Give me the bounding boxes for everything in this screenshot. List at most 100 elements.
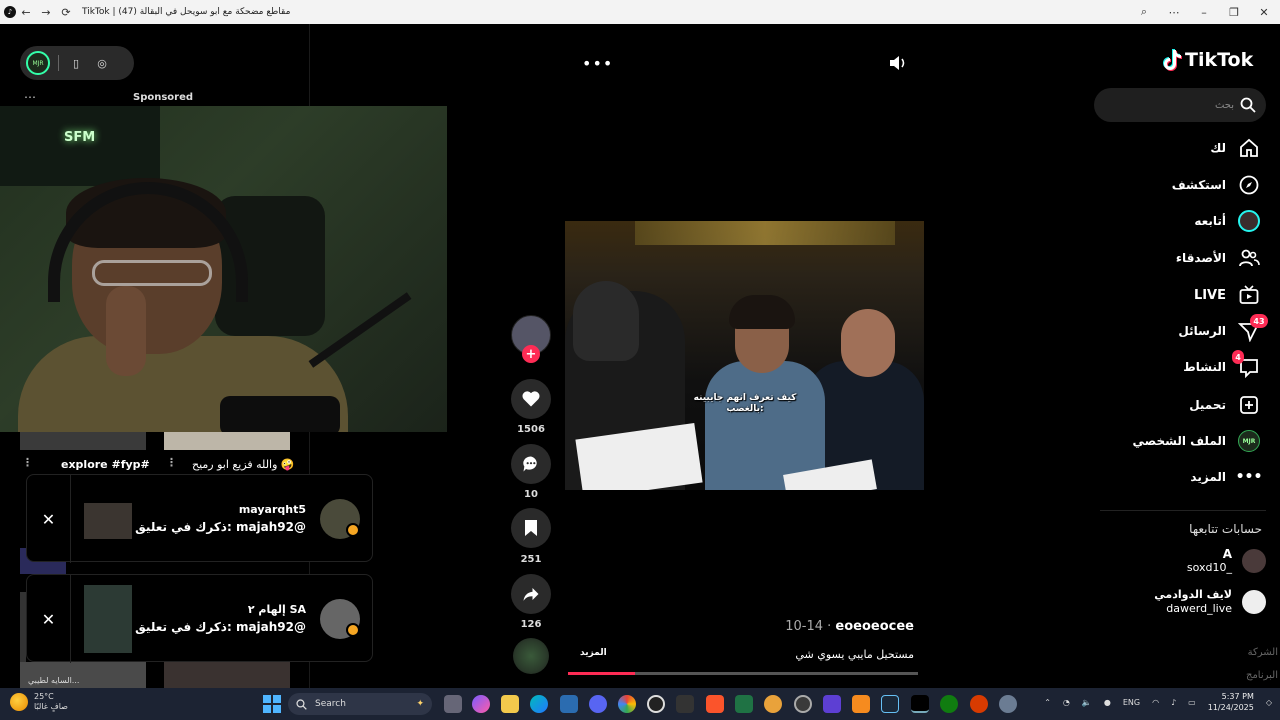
phone-icon[interactable]: ▯	[67, 54, 85, 72]
following-account[interactable]: A soxd10_	[1187, 545, 1266, 577]
discord-icon[interactable]	[589, 695, 607, 713]
save-button[interactable]	[511, 508, 551, 548]
search-input[interactable]: بحث	[1094, 88, 1266, 122]
notification-thumbnail[interactable]	[84, 503, 132, 539]
settings-icon[interactable]	[999, 695, 1017, 713]
xbox-icon[interactable]	[940, 695, 958, 713]
network-icon[interactable]: ◔	[1063, 698, 1070, 707]
obs-icon[interactable]	[647, 695, 665, 713]
more-options-icon[interactable]: ⋮	[166, 456, 177, 469]
comment-icon	[523, 456, 537, 472]
video-thumbnail[interactable]	[164, 662, 290, 688]
app-icon[interactable]	[823, 695, 841, 713]
nav-label: تحميل	[1189, 398, 1226, 412]
tab-title: TikTok | مقاطع مضحكة مع ابو سويحل في الب…	[82, 7, 291, 17]
edge-icon[interactable]	[530, 695, 548, 713]
nav-item-live[interactable]: LIVE	[1194, 283, 1260, 307]
capcut-icon[interactable]	[676, 695, 694, 713]
nav-item-more[interactable]: المزيد •••	[1190, 465, 1262, 489]
app-icon[interactable]	[764, 695, 782, 713]
video-username[interactable]: eoeoeocee	[835, 619, 914, 634]
app-icon[interactable]	[970, 695, 988, 713]
follow-button[interactable]: +	[522, 345, 540, 363]
avatar[interactable]	[1242, 549, 1266, 573]
footer-link-program[interactable]: البرنامج	[1246, 670, 1278, 681]
back-forward-icon[interactable]: →	[36, 2, 56, 22]
restore-icon[interactable]: ❐	[1224, 2, 1244, 22]
browser-more-icon[interactable]: ⋯	[1164, 2, 1184, 22]
notification-bell-icon[interactable]: ◇	[1266, 698, 1272, 707]
copilot-icon[interactable]	[472, 695, 490, 713]
file-explorer-icon[interactable]	[501, 695, 519, 713]
sound-icon[interactable]	[886, 52, 908, 74]
notification-card[interactable]: ✕ إلهام ۲ SA ذكرك في تعليق: majah92@	[26, 574, 373, 663]
glasses	[92, 260, 212, 286]
tiktok-taskbar-icon[interactable]	[911, 695, 929, 713]
footer-link-company[interactable]: الشركة	[1248, 647, 1278, 658]
tiktok-favicon-icon: ♪	[4, 6, 16, 18]
search-icon[interactable]	[1240, 97, 1256, 113]
nav-item-for-you[interactable]: لك	[1210, 136, 1260, 160]
wifi-icon[interactable]: ◠	[1152, 698, 1159, 707]
steam-icon[interactable]	[881, 695, 899, 713]
nav-item-activity[interactable]: النشاط 4	[1183, 350, 1260, 379]
following-account[interactable]: لايف الدوادمي dawerd_live	[1154, 586, 1266, 618]
more-options-icon[interactable]: •••	[582, 54, 613, 73]
nav-item-explore[interactable]: استكشف	[1172, 173, 1260, 197]
taskbar-search[interactable]: Search ✦	[288, 693, 432, 715]
mic-icon[interactable]: ●	[1104, 698, 1111, 707]
like-button[interactable]	[511, 379, 551, 419]
nav-item-profile[interactable]: الملف الشخصي MJR	[1133, 429, 1260, 453]
account-handle: soxd10_	[1186, 561, 1232, 574]
close-icon[interactable]: ✕	[27, 575, 71, 663]
music-disc-icon[interactable]	[513, 638, 549, 674]
account-display-name: لايف الدوادمي	[1154, 588, 1232, 601]
video-thumbnail[interactable]	[164, 432, 290, 450]
speaker-icon[interactable]: 🔈	[1082, 698, 1092, 707]
ad-options-icon[interactable]: ⋯	[24, 90, 44, 104]
volume-icon[interactable]: ♪	[1171, 698, 1176, 707]
windows-start-icon[interactable]	[263, 695, 281, 713]
app-icon[interactable]	[794, 695, 812, 713]
video-thumbnail[interactable]: السايه لطيبي...	[20, 662, 146, 688]
weather-widget[interactable]: 25°C صافٍ غالبًا	[10, 692, 68, 712]
avatar[interactable]	[1242, 590, 1266, 614]
see-more-button[interactable]: المزيد	[580, 648, 607, 658]
chrome-icon[interactable]	[618, 695, 636, 713]
nav-item-friends[interactable]: الأصدقاء	[1176, 246, 1260, 270]
minimize-icon[interactable]: –	[1194, 2, 1214, 22]
nav-item-messages[interactable]: الرسائل 43	[1178, 314, 1268, 343]
zoom-icon[interactable]: ⌕	[1134, 2, 1154, 22]
chevron-up-icon[interactable]: ⌃	[1044, 698, 1051, 707]
video-thumbnail[interactable]	[20, 432, 146, 450]
store-icon[interactable]	[560, 695, 578, 713]
more-options-icon[interactable]: ⋮	[22, 456, 33, 469]
tiktok-logo[interactable]: TikTok	[1160, 46, 1253, 74]
webcam-overlay: SFM	[0, 106, 447, 432]
brave-icon[interactable]	[706, 695, 724, 713]
video-progress-bar[interactable]	[568, 672, 918, 675]
battery-icon[interactable]: ▭	[1188, 698, 1196, 707]
share-count: 126	[520, 619, 542, 630]
explore-item-label[interactable]: explore #fyp#	[61, 458, 150, 471]
explore-item-label[interactable]: والله فزيع ابو رميح 🤪	[192, 458, 295, 471]
share-button[interactable]	[511, 574, 551, 614]
notification-thumbnail[interactable]	[84, 585, 132, 653]
notification-card[interactable]: ✕ mayarqht5 ذكرك في تعليق: majah92@	[26, 474, 373, 563]
app-icon[interactable]	[852, 695, 870, 713]
arrow-left-icon[interactable]: ←	[16, 2, 36, 22]
compass-small-icon[interactable]: ◎	[93, 54, 111, 72]
clock[interactable]: 5:37 PM 11/24/2025	[1208, 691, 1254, 713]
excel-icon[interactable]	[735, 695, 753, 713]
channel-avatar[interactable]: MJR	[26, 51, 50, 75]
task-view-icon[interactable]	[444, 695, 462, 713]
nav-item-following[interactable]: أتابعه	[1194, 209, 1260, 233]
notification-message: ذكرك في تعليق: majah92@	[135, 520, 306, 534]
reload-icon[interactable]: ⟳	[56, 2, 76, 22]
video-player[interactable]: كيف تعرف انهم جايبينه بالغصب:	[565, 221, 924, 490]
nav-item-upload[interactable]: تحميل	[1189, 393, 1260, 417]
comment-button[interactable]	[511, 444, 551, 484]
language-indicator[interactable]: ENG	[1123, 698, 1140, 707]
close-icon[interactable]: ✕	[27, 475, 71, 563]
close-icon[interactable]: ✕	[1254, 2, 1274, 22]
